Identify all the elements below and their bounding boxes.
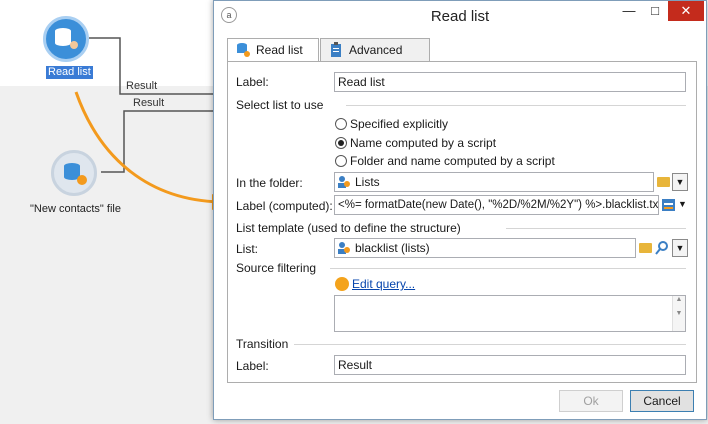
minimize-button[interactable]: — [616,1,642,21]
tab-panel-read-list: Label: Read list Select list to use Spec… [227,61,697,383]
close-button[interactable]: ✕ [668,1,704,21]
new-contacts-file-node[interactable] [51,150,97,196]
clipboard-icon [331,42,341,57]
source-filtering-separator [330,268,686,269]
tab-advanced[interactable]: Advanced [320,38,430,62]
magnifier-icon[interactable] [655,241,669,255]
ok-button[interactable]: Ok [559,390,623,412]
radio-specified-explicitly[interactable] [335,118,347,130]
transition-label-result-2: Result [133,97,165,109]
transition-separator [294,344,686,345]
dialog-titlebar[interactable]: a Read list — □ ✕ [214,1,706,31]
select-list-separator [346,105,686,106]
radio-specified-explicitly-label[interactable]: Specified explicitly [350,117,448,131]
expression-dropdown-arrow-icon[interactable]: ▼ [678,199,687,209]
list-caption: List: [236,242,259,256]
folder-input[interactable]: Lists [334,172,654,192]
filter-summary-area[interactable]: ▲ ▼ [334,295,686,332]
radio-folder-and-name-computed-label[interactable]: Folder and name computed by a script [350,154,555,168]
edit-query-link[interactable]: Edit query... [352,277,415,291]
list-browse-icon[interactable] [639,243,652,253]
label-caption: Label: [236,75,269,89]
transition-label-result-1: Result [126,80,158,92]
read-list-dialog: a Read list — □ ✕ Read list Advanced Lab… [213,0,707,420]
filter-status-icon [335,277,349,291]
tab-strip: Read list Advanced [227,38,697,63]
filter-summary-scrollbar[interactable]: ▲ ▼ [672,296,685,331]
radio-name-computed-label[interactable]: Name computed by a script [350,136,496,150]
list-template-heading: List template (used to define the struct… [236,221,461,235]
tab-read-list-label: Read list [256,43,303,57]
tab-read-list[interactable]: Read list [227,38,319,63]
transition-label-caption: Label: [236,359,269,373]
maximize-button[interactable]: □ [642,1,668,21]
database-user-icon [55,28,78,49]
folder-caption: In the folder: [236,176,303,190]
transition-line-new-contacts[interactable] [101,110,213,173]
new-contacts-node-label[interactable]: "New contacts" file [30,203,121,215]
folder-users-icon [338,176,350,188]
read-list-node-label[interactable]: Read list [46,66,93,79]
folder-dropdown-button[interactable]: ▼ [672,173,688,191]
transition-label-input[interactable]: Result [334,355,686,375]
list-users-icon [338,242,350,254]
folder-browse-icon[interactable] [657,177,670,187]
database-user-icon [237,43,250,57]
label-computed-input[interactable]: <%= formatDate(new Date(), "%2D/%2M/%2Y"… [334,195,659,215]
read-list-activity-node[interactable] [43,16,89,62]
database-file-icon [64,163,87,185]
list-input[interactable]: blacklist (lists) [334,238,636,258]
source-filtering-heading: Source filtering [236,261,317,275]
radio-name-computed[interactable] [335,137,347,149]
radio-folder-and-name-computed[interactable] [335,155,347,167]
list-input-value: blacklist (lists) [355,241,430,255]
transition-heading: Transition [236,337,289,351]
folder-input-value: Lists [355,175,380,189]
expression-editor-icon[interactable] [662,198,676,212]
cancel-button[interactable]: Cancel [630,390,694,412]
label-computed-caption: Label (computed): [236,199,333,213]
list-dropdown-button[interactable]: ▼ [672,239,688,257]
list-template-separator [506,228,686,229]
label-input[interactable]: Read list [334,72,686,92]
tab-advanced-label: Advanced [349,43,403,57]
select-list-heading: Select list to use [236,98,324,112]
